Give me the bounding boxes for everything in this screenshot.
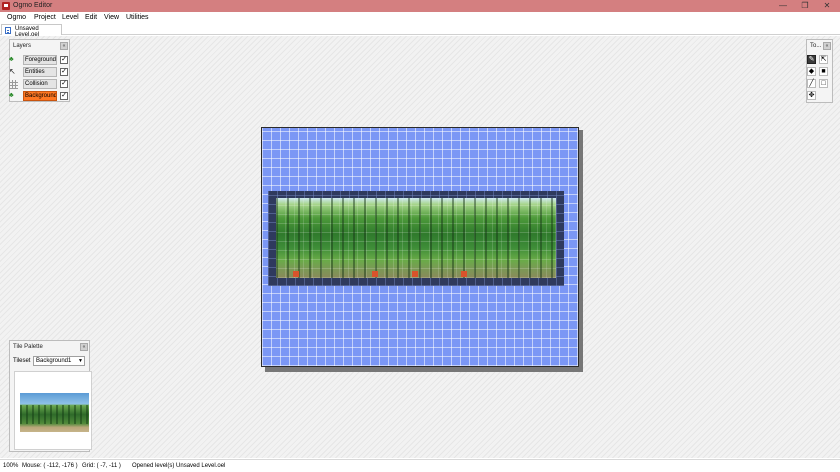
line-tool-icon[interactable]: ╱	[807, 79, 816, 88]
maximize-button[interactable]: ❐	[794, 0, 816, 12]
menu-view[interactable]: View	[104, 14, 119, 21]
fill-tool-icon[interactable]: ◆	[807, 67, 816, 76]
tile-palette-title: Tile Palette	[13, 344, 43, 350]
layer-row-foreground[interactable]: ♣ Foreground ✓	[9, 55, 69, 65]
status-bar: 100% Mouse: ( -112, -176 ) Grid: ( -7, -…	[0, 459, 840, 472]
layer-background-visible-checkbox[interactable]: ✓	[60, 92, 68, 100]
tileset-value: Background1	[36, 358, 72, 364]
layer-row-collision[interactable]: Collision ✓	[9, 79, 69, 89]
app-icon	[2, 2, 10, 10]
layer-background-button[interactable]: Background	[23, 91, 57, 101]
layer-entities-button[interactable]: Entities	[23, 67, 57, 77]
tile-marker	[461, 271, 467, 277]
tools-collapse-button[interactable]: «	[823, 42, 831, 50]
tile-marker	[293, 271, 299, 277]
tile-palette-collapse-button[interactable]: «	[80, 343, 88, 351]
layers-collapse-button[interactable]: «	[60, 42, 68, 50]
tab-bar: Unsaved Level.oel	[0, 23, 840, 38]
tileset-label: Tileset	[13, 358, 31, 364]
menu-bar: Ogmo Project Level Edit View Utilities	[0, 12, 840, 23]
tree-icon: ♣	[9, 92, 14, 99]
menu-utilities[interactable]: Utilities	[126, 14, 149, 21]
forest-tiles[interactable]	[276, 198, 556, 278]
menu-edit[interactable]: Edit	[85, 14, 97, 21]
layer-collision-visible-checkbox[interactable]: ✓	[60, 80, 68, 88]
chevron-down-icon: ▼	[78, 358, 83, 364]
tileset-preview[interactable]	[14, 371, 92, 450]
layer-entities-visible-checkbox[interactable]: ✓	[60, 68, 68, 76]
layer-row-background[interactable]: ♣ Background ✓	[9, 91, 69, 101]
grid-icon	[9, 80, 18, 89]
menu-project[interactable]: Project	[34, 14, 56, 21]
tileset-image[interactable]	[20, 393, 89, 432]
move-tool-icon[interactable]: ✥	[807, 91, 816, 100]
tile-palette-panel: Tile Palette « Tileset Background1 ▼	[9, 340, 92, 452]
window-title: Ogmo Editor	[13, 2, 53, 9]
rect-erase-tool-icon[interactable]: □	[819, 79, 828, 88]
rectangle-tool-icon[interactable]: ■	[819, 67, 828, 76]
mouse-position: Mouse: ( -112, -176 )	[22, 463, 78, 469]
cursor-icon: ↖	[9, 67, 16, 76]
menu-ogmo[interactable]: Ogmo	[7, 14, 26, 21]
tile-marker	[372, 271, 378, 277]
tile-marker	[412, 271, 418, 277]
document-icon	[5, 27, 11, 34]
layer-foreground-visible-checkbox[interactable]: ✓	[60, 56, 68, 64]
tileset-select[interactable]: Background1 ▼	[33, 356, 85, 366]
layer-collision-button[interactable]: Collision	[23, 79, 57, 89]
pencil-tool-icon[interactable]: ✎	[807, 55, 816, 64]
layer-foreground-button[interactable]: Foreground	[23, 55, 57, 65]
zoom-level: 100%	[3, 463, 19, 469]
tools-panel-title: To...	[810, 43, 822, 49]
layer-row-entities[interactable]: ↖ Entities ✓	[9, 67, 69, 77]
title-bar: Ogmo Editor — ❐ ✕	[0, 0, 840, 12]
status-message: Opened level(s) Unsaved Level.oel	[132, 463, 226, 469]
close-window-button[interactable]: ✕	[816, 0, 838, 12]
minimize-button[interactable]: —	[772, 0, 794, 12]
tree-icon: ♣	[9, 56, 14, 63]
eraser-tool-icon[interactable]: ⇱	[819, 55, 828, 64]
menu-level[interactable]: Level	[62, 14, 79, 21]
grid-position: Grid: ( -7, -11 )	[82, 463, 121, 469]
layers-panel-title: Layers	[13, 43, 32, 49]
tab-unsaved-level[interactable]: Unsaved Level.oel	[1, 24, 62, 38]
